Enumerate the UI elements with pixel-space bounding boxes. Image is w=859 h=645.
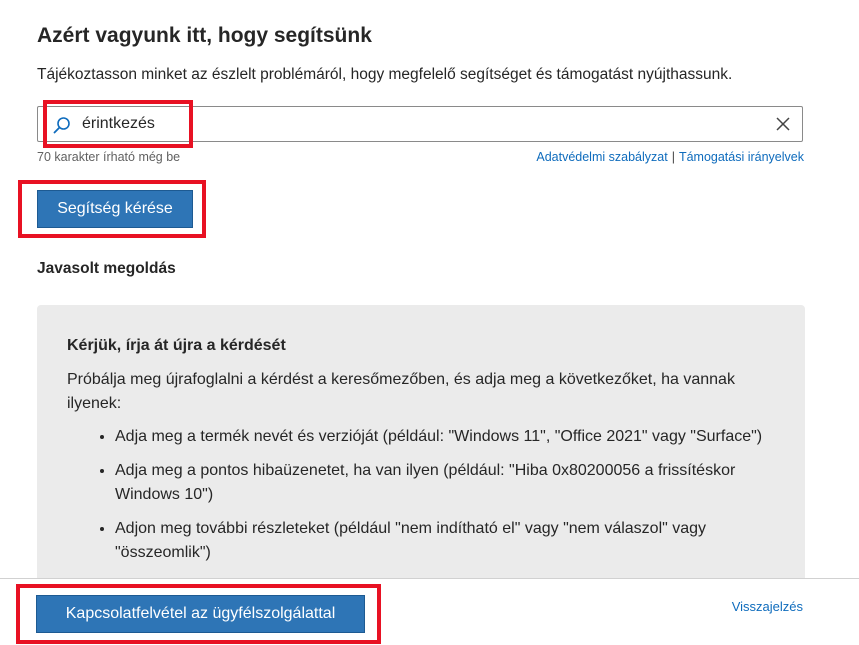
close-icon[interactable] [776,117,790,131]
list-item: Adja meg a pontos hibaüzenetet, ha van i… [115,459,767,507]
solution-card: Kérjük, írja át újra a kérdését Próbálja… [37,305,805,578]
suggested-solution-heading: Javasolt megoldás [37,260,176,277]
page-title: Azért vagyunk itt, hogy segítsünk [37,24,372,47]
list-item: Adjon meg további részleteket (például "… [115,517,767,565]
card-title: Kérjük, írja át újra a kérdését [67,337,286,354]
get-help-button[interactable]: Segítség kérése [37,190,193,228]
card-intro: Próbálja meg újrafoglalni a kérdést a ke… [67,371,735,412]
page-subtitle: Tájékoztasson minket az észlelt problémá… [37,66,733,83]
search-input[interactable] [82,110,762,138]
footer-bar: Kapcsolatfelvétel az ügyfélszolgálattal … [0,578,859,645]
search-icon [53,116,71,134]
feedback-link[interactable]: Visszajelzés [732,599,803,614]
link-separator: | [671,150,675,164]
character-counter: 70 karakter írható még be [37,150,181,164]
policy-links: Adatvédelmi szabályzat | Támogatási iránye… [536,150,804,164]
search-box[interactable] [37,106,803,142]
scroll-content[interactable]: Azért vagyunk itt, hogy segítsünk Tájéko… [0,0,859,578]
list-item: Adja meg a termék nevét és verzióját (pé… [115,425,767,449]
privacy-policy-link[interactable]: Adatvédelmi szabályzat [536,150,667,164]
contact-support-button[interactable]: Kapcsolatfelvétel az ügyfélszolgálattal [36,595,365,633]
help-page: Azért vagyunk itt, hogy segítsünk Tájéko… [0,0,859,645]
suggestion-list: Adja meg a termék nevét és verzióját (pé… [67,425,767,575]
support-guidelines-link[interactable]: Támogatási irányelvek [679,150,804,164]
